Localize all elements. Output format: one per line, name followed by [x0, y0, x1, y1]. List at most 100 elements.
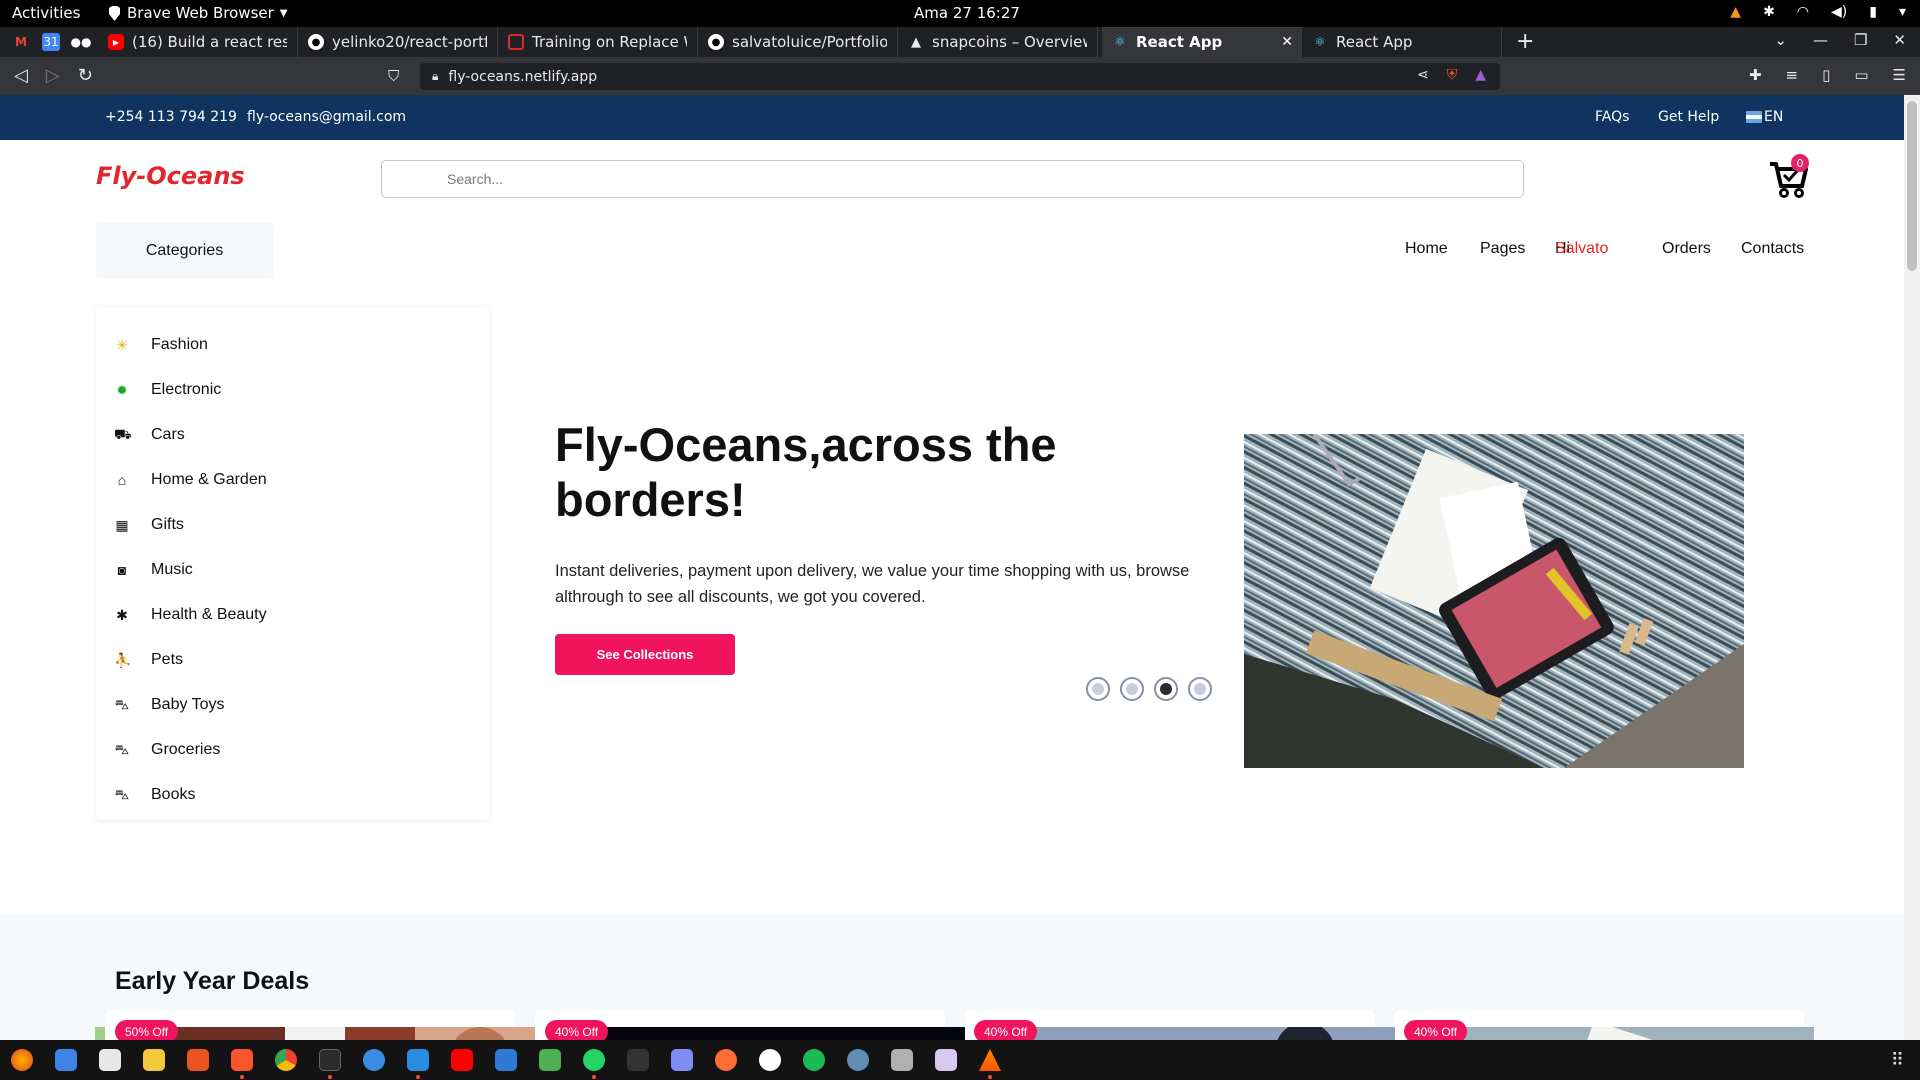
vscode-icon[interactable]	[407, 1049, 429, 1071]
back-icon[interactable]: ◁	[14, 65, 28, 86]
carousel-dot-active[interactable]	[1154, 677, 1178, 701]
show-apps-icon[interactable]: ⠿	[1891, 1050, 1904, 1071]
volume-icon[interactable]: ◀)	[1831, 4, 1847, 20]
sublime-icon[interactable]	[627, 1049, 649, 1071]
scrollbar-thumb[interactable]	[1907, 101, 1917, 271]
gmail-pinned-tab[interactable]: M	[12, 33, 30, 51]
tab-github-salvato[interactable]: ● salvatoluice/Portfolio-si	[698, 27, 898, 57]
close-window-icon[interactable]: ✕	[1893, 31, 1906, 49]
tab-youtube[interactable]: ▶ (16) Build a react respon	[98, 27, 298, 57]
tab-react-app[interactable]: ⚛ React App	[1302, 27, 1502, 57]
close-tab-icon[interactable]: ✕	[1281, 34, 1293, 50]
deal-image	[555, 1027, 965, 1040]
category-item[interactable]: ⛍ Books	[96, 775, 489, 815]
playlist-icon[interactable]: ≡	[1786, 66, 1799, 84]
terminal-icon[interactable]	[319, 1049, 341, 1071]
contact-phone: +254 113 794 219	[105, 109, 237, 125]
bookmark-icon[interactable]: ⛉	[388, 67, 399, 85]
system-tray[interactable]: ▲ ✱ ◠ ◀) ▮ ▾	[1730, 4, 1906, 20]
nav-home[interactable]: Home	[1405, 240, 1448, 258]
maximize-icon[interactable]: ❐	[1854, 31, 1867, 49]
slack-tray-icon[interactable]: ✱	[1763, 4, 1775, 20]
category-item[interactable]: ▦ Gifts	[96, 505, 489, 545]
power-menu-icon[interactable]: ▾	[1899, 4, 1906, 20]
category-item[interactable]: ⌂ Home & Garden	[96, 460, 489, 500]
calendar-pinned-tab[interactable]: 31	[42, 33, 60, 51]
page-scrollbar[interactable]	[1904, 95, 1920, 1040]
nav-contacts[interactable]: Contacts	[1741, 240, 1804, 258]
faqs-link[interactable]: FAQs	[1595, 109, 1629, 125]
screenshot-icon[interactable]	[935, 1049, 957, 1071]
chrome-icon[interactable]	[275, 1049, 297, 1071]
tab-vercel[interactable]: ▲ snapcoins – Overview - V	[898, 27, 1098, 57]
battery-icon[interactable]: ▮	[1869, 4, 1877, 20]
docs-icon[interactable]	[671, 1049, 693, 1071]
forward-icon[interactable]: ▷	[46, 65, 60, 86]
whatsapp-icon[interactable]	[583, 1049, 605, 1071]
language-selector[interactable]: EN	[1746, 109, 1783, 125]
nav-orders[interactable]: Orders	[1662, 240, 1711, 258]
carousel-dot[interactable]	[1120, 677, 1144, 701]
tab-react-app-active[interactable]: ⚛ React App ✕	[1102, 27, 1302, 57]
carousel-dot[interactable]	[1086, 677, 1110, 701]
categories-button[interactable]: Categories	[96, 223, 273, 279]
image-viewer-icon[interactable]	[539, 1049, 561, 1071]
share-icon[interactable]: ⋖	[1417, 67, 1429, 83]
carousel-dot[interactable]	[1188, 677, 1212, 701]
spotify-icon[interactable]	[803, 1049, 825, 1071]
wallet-icon[interactable]: ▭	[1854, 66, 1868, 84]
brave-rewards-icon[interactable]: ▲	[1475, 67, 1486, 83]
tab-training[interactable]: Training on Replace Wit	[498, 27, 698, 57]
extensions-icon[interactable]: ✚	[1749, 66, 1762, 84]
menu-icon[interactable]: ☰	[1893, 66, 1906, 84]
deal-image	[125, 1027, 535, 1040]
cart-button[interactable]: 0	[1766, 154, 1812, 200]
lock-icon[interactable]: 🔒︎	[432, 69, 438, 84]
address-bar[interactable]: ⛉ 🔒︎ fly-oceans.netlify.app ⋖ ⛨ ▲	[388, 63, 1500, 90]
url-text[interactable]: fly-oceans.netlify.app	[448, 69, 597, 85]
app-menu[interactable]: Brave Web Browser ▼	[108, 4, 287, 22]
sidebar-icon[interactable]: ▯	[1822, 66, 1830, 84]
firefox-icon[interactable]	[11, 1049, 33, 1071]
rhythmbox-icon[interactable]	[143, 1049, 165, 1071]
fashion-icon: ✳	[116, 336, 128, 353]
database-icon[interactable]	[891, 1049, 913, 1071]
get-help-link[interactable]: Get Help	[1658, 109, 1719, 125]
youtube-music-icon[interactable]	[451, 1049, 473, 1071]
search-input[interactable]	[447, 171, 1447, 187]
see-collections-button[interactable]: See Collections	[555, 634, 735, 675]
tab-github-yelinko[interactable]: ● yelinko20/react-portfoli	[298, 27, 498, 57]
reload-icon[interactable]: ↻	[78, 65, 93, 86]
vlc-icon[interactable]	[979, 1049, 1001, 1071]
category-list: ✳ Fashion ✹ Electronic ⛟ Cars ⌂ Home & G…	[96, 307, 489, 820]
software-center-icon[interactable]	[187, 1049, 209, 1071]
brave-shields-icon[interactable]: ⛨	[1447, 67, 1458, 83]
help-icon[interactable]	[363, 1049, 385, 1071]
brave-icon[interactable]	[231, 1049, 253, 1071]
new-tab-button[interactable]: +	[1516, 29, 1534, 54]
category-item[interactable]: ⛟ Cars	[96, 415, 489, 455]
category-item[interactable]: ✹ Electronic	[96, 370, 489, 410]
nav-pages[interactable]: Pages	[1480, 240, 1525, 258]
category-item[interactable]: ⛍ Baby Toys	[96, 685, 489, 725]
slack-icon[interactable]	[759, 1049, 781, 1071]
activities-button[interactable]: Activities	[12, 4, 80, 22]
site-header: Fly-Oceans 0 Categories Home Pages Hi Sa…	[0, 140, 1904, 290]
clock[interactable]: Ama 27 16:27	[914, 4, 1020, 22]
postman-icon[interactable]	[715, 1049, 737, 1071]
wifi-icon[interactable]: ◠	[1797, 4, 1809, 20]
category-item[interactable]: ◙ Music	[96, 550, 489, 590]
category-item[interactable]: ⛍ Groceries	[96, 730, 489, 770]
mysql-workbench-icon[interactable]	[847, 1049, 869, 1071]
tab-search-icon[interactable]: ⌄	[1774, 31, 1787, 49]
category-item[interactable]: ✱ Health & Beauty	[96, 595, 489, 635]
files-icon[interactable]	[99, 1049, 121, 1071]
site-logo[interactable]: Fly-Oceans	[96, 162, 245, 190]
category-item[interactable]: ✳ Fashion	[96, 325, 489, 365]
libreoffice-writer-icon[interactable]	[495, 1049, 517, 1071]
vlc-tray-icon[interactable]: ▲	[1730, 4, 1741, 20]
finder-icon[interactable]	[55, 1049, 77, 1071]
minimize-icon[interactable]: —	[1813, 31, 1828, 49]
flickr-pinned-tab[interactable]: ●●	[71, 33, 92, 51]
category-item[interactable]: ⛹ Pets	[96, 640, 489, 680]
